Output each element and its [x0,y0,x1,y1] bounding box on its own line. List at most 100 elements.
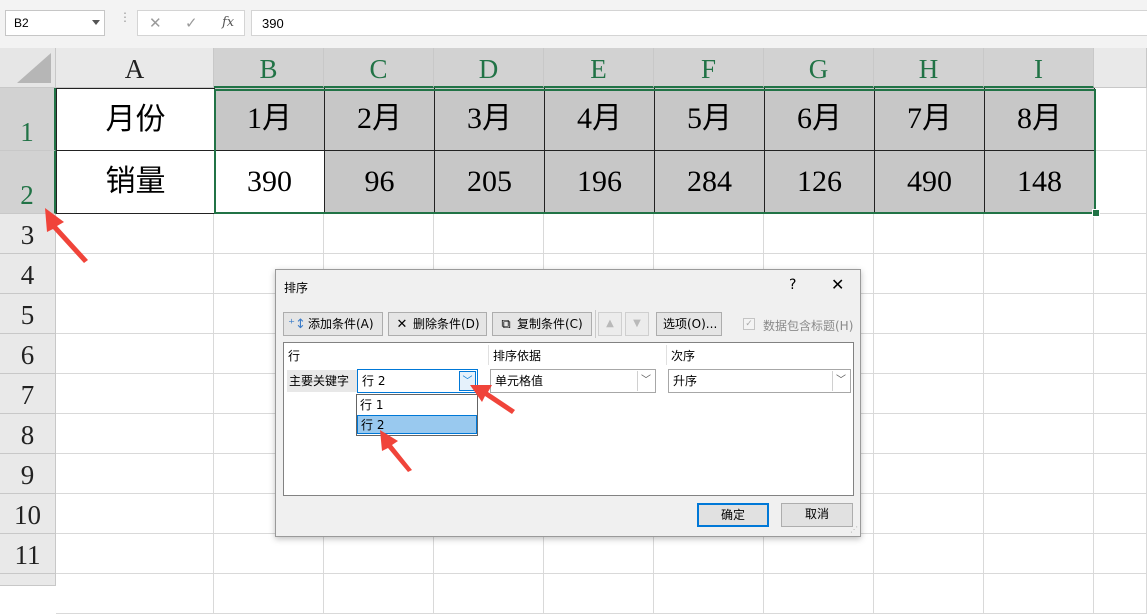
copy-level-button[interactable]: ⧉ 复制条件(C) [492,312,592,336]
move-down-button[interactable]: ▼ [625,312,649,336]
cell-g2[interactable]: 126 [765,151,875,214]
name-box-dropdown-icon[interactable] [92,20,100,25]
empty-cell[interactable] [56,534,214,574]
name-box[interactable]: B2 [5,10,105,36]
cell-e1[interactable]: 4月 [545,88,655,151]
empty-cell[interactable] [874,574,984,614]
ok-button[interactable]: 确定 [697,503,769,527]
empty-cell[interactable] [764,534,874,574]
insert-function-icon[interactable]: fx [222,15,234,30]
empty-cell[interactable] [1095,88,1147,151]
empty-cell[interactable] [434,534,544,574]
empty-cell[interactable] [544,534,654,574]
fill-handle[interactable] [1092,209,1100,217]
empty-cell[interactable] [764,214,874,254]
empty-cell[interactable] [984,534,1094,574]
empty-cell[interactable] [544,574,654,614]
cell-f2[interactable]: 284 [655,151,765,214]
empty-cell[interactable] [544,214,654,254]
empty-cell[interactable] [214,534,324,574]
empty-cell[interactable] [874,254,984,294]
empty-cell[interactable] [874,214,984,254]
chevron-down-icon[interactable]: ﹀ [832,371,849,391]
empty-cell[interactable] [1095,151,1147,214]
cell-f1[interactable]: 5月 [655,88,765,151]
header-checkbox[interactable]: ✓ [743,318,755,330]
select-all-corner[interactable] [0,48,56,88]
row-header-9[interactable]: 9 [0,454,56,494]
row-header-5[interactable]: 5 [0,294,56,334]
enter-formula-icon[interactable]: ✓ [185,14,198,32]
empty-cell[interactable] [324,574,434,614]
options-button[interactable]: 选项(O)... [656,312,722,336]
column-header-a[interactable]: A [56,48,214,88]
empty-cell[interactable] [654,534,764,574]
column-header-f[interactable]: F [654,48,764,88]
cancel-formula-icon[interactable]: ✕ [149,14,162,32]
chevron-down-icon[interactable]: ﹀ [459,371,476,391]
empty-cell[interactable] [56,294,214,334]
empty-cell[interactable] [1094,574,1147,614]
empty-cell[interactable] [874,334,984,374]
empty-cell[interactable] [214,574,324,614]
column-header-c[interactable]: C [324,48,434,88]
empty-cell[interactable] [1094,294,1147,334]
resize-grip-icon[interactable]: ⋰ [850,525,858,534]
row-header-10[interactable]: 10 [0,494,56,534]
empty-cell[interactable] [1094,374,1147,414]
empty-cell[interactable] [324,214,434,254]
cell-b2-active[interactable]: 390 [215,151,325,214]
sort-on-select[interactable]: 单元格值 ﹀ [490,369,656,393]
row-header-1[interactable]: 1 [0,88,56,151]
cell-h1[interactable]: 7月 [875,88,985,151]
column-header-h[interactable]: H [874,48,984,88]
cell-h2[interactable]: 490 [875,151,985,214]
column-header-e[interactable]: E [544,48,654,88]
empty-cell[interactable] [874,414,984,454]
empty-cell[interactable] [56,414,214,454]
empty-cell[interactable] [984,494,1094,534]
order-select[interactable]: 升序 ﹀ [668,369,851,393]
row-header-12[interactable] [0,574,56,586]
row-header-6[interactable]: 6 [0,334,56,374]
empty-cell[interactable] [1094,534,1147,574]
row-header-2[interactable]: 2 [0,151,56,214]
empty-cell[interactable] [654,214,764,254]
empty-cell[interactable] [1094,494,1147,534]
empty-cell[interactable] [56,334,214,374]
empty-cell[interactable] [1094,454,1147,494]
chevron-down-icon[interactable]: ﹀ [637,371,654,391]
empty-cell[interactable] [56,214,214,254]
cell-a1[interactable]: 月份 [56,88,215,151]
resize-dots-icon[interactable]: ⋮ [119,11,131,23]
empty-cell[interactable] [984,334,1094,374]
sort-key-select[interactable]: 行 2 ﹀ [357,369,478,393]
column-header-d[interactable]: D [434,48,544,88]
empty-cell[interactable] [874,494,984,534]
cell-d1[interactable]: 3月 [435,88,545,151]
row-header-11[interactable]: 11 [0,534,56,574]
formula-input[interactable]: 390 [251,10,1147,36]
row-header-8[interactable]: 8 [0,414,56,454]
empty-cell[interactable] [984,374,1094,414]
dropdown-option-row1[interactable]: 行 1 [357,396,477,415]
empty-cell[interactable] [56,454,214,494]
cell-b1[interactable]: 1月 [215,88,325,151]
cell-i2[interactable]: 148 [985,151,1095,214]
row-header-3[interactable]: 3 [0,214,56,254]
close-icon[interactable]: ✕ [831,275,844,294]
empty-cell[interactable] [654,574,764,614]
empty-cell[interactable] [874,374,984,414]
row-header-4[interactable]: 4 [0,254,56,294]
empty-cell[interactable] [984,454,1094,494]
cell-g1[interactable]: 6月 [765,88,875,151]
dropdown-option-row2-selected[interactable]: 行 2 [357,415,477,434]
empty-cell[interactable] [984,254,1094,294]
cancel-button[interactable]: 取消 [781,503,853,527]
empty-cell[interactable] [56,574,214,614]
empty-cell[interactable] [984,574,1094,614]
empty-cell[interactable] [434,214,544,254]
column-header-g[interactable]: G [764,48,874,88]
empty-cell[interactable] [434,574,544,614]
empty-cell[interactable] [984,414,1094,454]
